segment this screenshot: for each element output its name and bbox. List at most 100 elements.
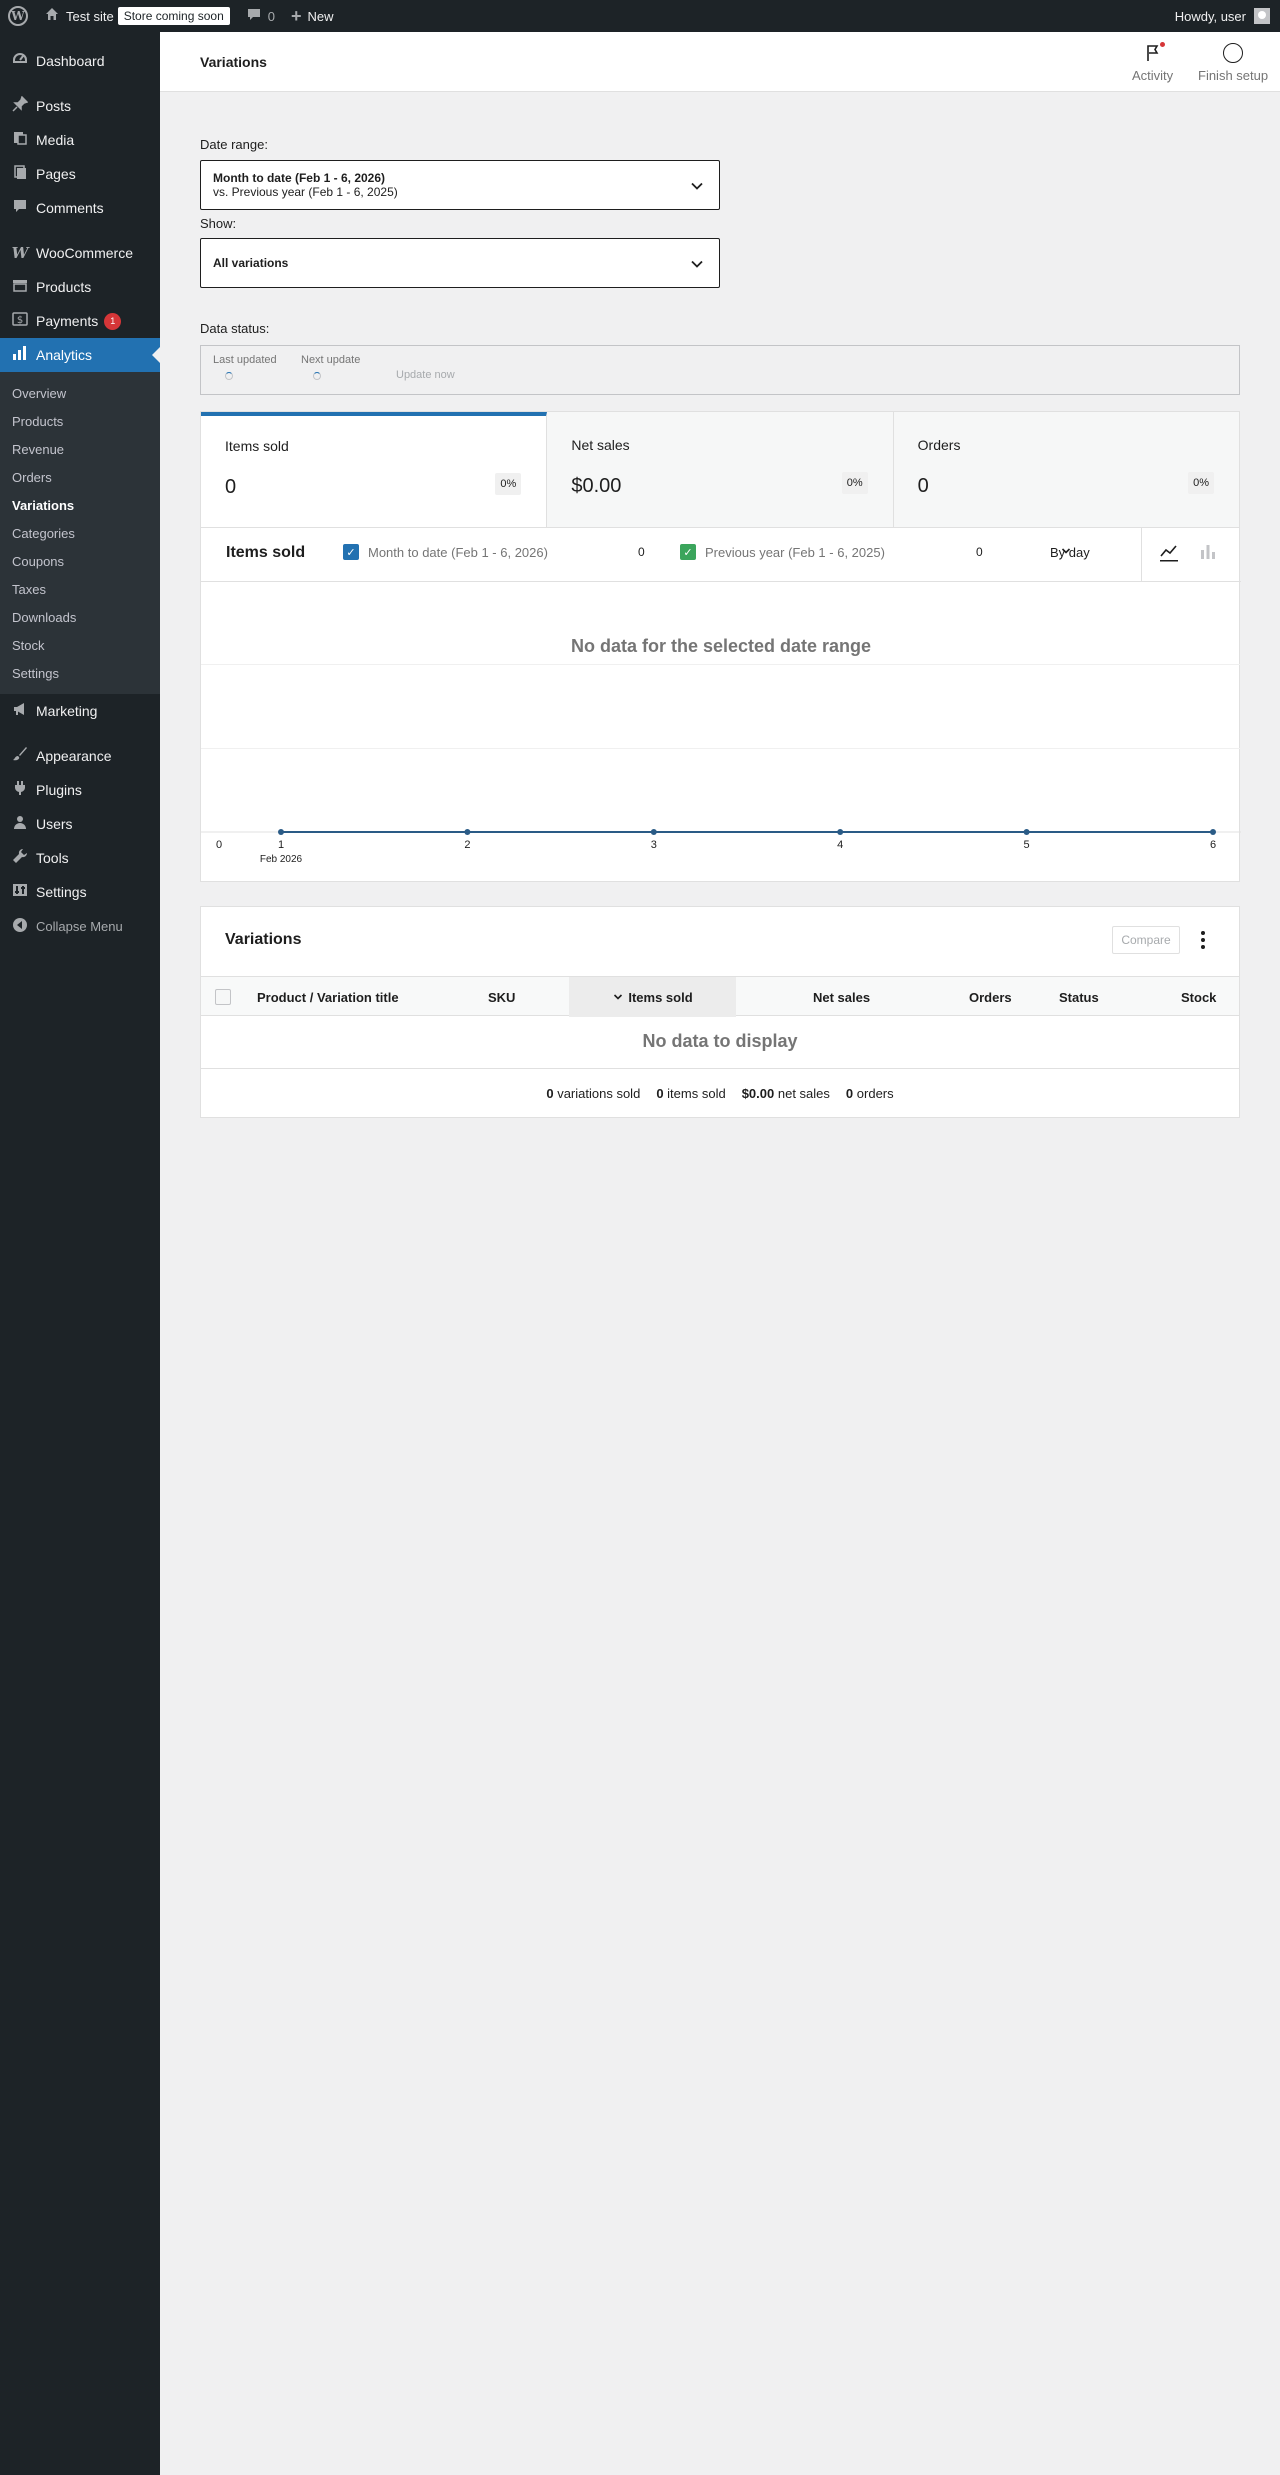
sidebar-item-comments[interactable]: Comments: [0, 191, 160, 225]
column-header-stock[interactable]: Stock: [1181, 977, 1216, 1017]
sidebar-item-users[interactable]: Users: [0, 807, 160, 841]
sidebar-item-media[interactable]: Media: [0, 123, 160, 157]
submenu-item-taxes[interactable]: Taxes: [0, 575, 160, 603]
submenu-item-revenue[interactable]: Revenue: [0, 435, 160, 463]
x-tick-label: 2: [464, 839, 470, 851]
admin-bar: W Test site Store coming soon 0 + New Ho…: [0, 0, 1280, 32]
loading-spinner-icon: [225, 372, 233, 380]
sidebar-item-analytics[interactable]: Analytics: [0, 338, 160, 372]
compare-button[interactable]: Compare: [1112, 926, 1180, 954]
analytics-submenu: Overview Products Revenue Orders Variati…: [0, 372, 160, 694]
show-filter-dropdown[interactable]: All variations: [200, 238, 720, 288]
data-point: [650, 829, 657, 835]
submenu-item-downloads[interactable]: Downloads: [0, 603, 160, 631]
table-summary: 0 variations sold 0 items sold $0.00 net…: [201, 1068, 1239, 1118]
next-update-label: Next update: [301, 354, 361, 366]
table-title: Variations: [225, 931, 302, 948]
comment-icon: [246, 6, 262, 26]
admin-sidebar: Dashboard Posts Media Pages Comments W W…: [0, 32, 160, 2475]
sidebar-item-appearance[interactable]: Appearance: [0, 739, 160, 773]
page-header: Variations Activity Finish setup: [160, 32, 1280, 92]
date-range-dropdown[interactable]: Month to date (Feb 1 - 6, 2026) vs. Prev…: [200, 160, 720, 210]
finish-setup-button[interactable]: Finish setup: [1198, 42, 1268, 83]
store-coming-soon-badge[interactable]: Store coming soon: [117, 7, 230, 25]
my-account[interactable]: Howdy, user: [1175, 8, 1280, 24]
sidebar-item-posts[interactable]: Posts: [0, 89, 160, 123]
summary-value: 0: [225, 476, 237, 498]
submenu-item-overview[interactable]: Overview: [0, 379, 160, 407]
chart-plot: 0 1 2 3 4 5 6 Feb 2026: [201, 829, 1241, 865]
column-header-status[interactable]: Status: [1059, 977, 1099, 1017]
data-status-label: Data status:: [200, 321, 270, 336]
column-header-orders[interactable]: Orders: [969, 977, 1012, 1017]
data-status-panel: Last updated Next update Update now: [200, 345, 1240, 395]
bar-chart-icon: [10, 345, 30, 365]
submenu-item-categories[interactable]: Categories: [0, 519, 160, 547]
summary-variations-sold: 0 variations sold: [546, 1086, 641, 1101]
new-content-link[interactable]: + New: [283, 0, 342, 32]
update-now-button[interactable]: Update now: [396, 369, 455, 381]
sidebar-item-woocommerce[interactable]: W WooCommerce: [0, 236, 160, 270]
brush-icon: [10, 746, 30, 766]
submenu-item-variations[interactable]: Variations: [0, 491, 160, 519]
summary-tile-orders[interactable]: Orders 0 0%: [893, 412, 1239, 527]
flag-icon: [1145, 42, 1165, 64]
data-point: [464, 829, 471, 835]
settings-icon: [10, 882, 30, 902]
x-tick-label: 4: [837, 839, 843, 851]
archive-icon: [10, 277, 30, 297]
sidebar-item-marketing[interactable]: Marketing: [0, 694, 160, 728]
sidebar-item-settings[interactable]: Settings: [0, 875, 160, 909]
data-point: [1023, 829, 1030, 835]
sidebar-item-dashboard[interactable]: Dashboard: [0, 44, 160, 78]
last-updated-label: Last updated: [213, 354, 277, 366]
collapse-menu-button[interactable]: Collapse Menu: [0, 909, 160, 943]
x-tick-label: 1: [278, 839, 284, 851]
payments-badge: 1: [104, 312, 122, 330]
woo-icon: W: [11, 244, 29, 262]
show-label: Show:: [200, 216, 237, 231]
sidebar-item-tools[interactable]: Tools: [0, 841, 160, 875]
data-point: [837, 829, 844, 835]
summary-tile-net-sales[interactable]: Net sales $0.00 0%: [547, 412, 894, 527]
page-icon: [10, 164, 30, 184]
column-header-items-sold[interactable]: Items sold: [569, 977, 736, 1017]
x-tick-label: 3: [651, 839, 657, 851]
sidebar-item-payments[interactable]: $ Payments 1: [0, 304, 160, 338]
submenu-item-stock[interactable]: Stock: [0, 631, 160, 659]
sidebar-item-plugins[interactable]: Plugins: [0, 773, 160, 807]
sidebar-item-pages[interactable]: Pages: [0, 157, 160, 191]
comment-icon: [10, 198, 30, 218]
site-name-link[interactable]: Test site Store coming soon: [36, 0, 238, 32]
plug-icon: [10, 780, 30, 800]
column-header-product[interactable]: Product / Variation title: [257, 977, 399, 1017]
home-icon: [44, 6, 60, 26]
comments-link[interactable]: 0: [238, 0, 283, 32]
column-header-sku[interactable]: SKU: [488, 977, 515, 1017]
column-header-net-sales[interactable]: Net sales: [813, 977, 870, 1017]
megaphone-icon: [10, 701, 30, 721]
x-tick-label: 5: [1024, 839, 1030, 851]
dollar-icon: $: [10, 311, 30, 331]
summary-tile-items-sold[interactable]: Items sold 0 0%: [201, 412, 548, 527]
x-tick-sublabel: Feb 2026: [260, 854, 303, 865]
wordpress-logo-icon[interactable]: W: [0, 0, 36, 32]
loading-spinner-icon: [313, 372, 321, 380]
select-all-checkbox[interactable]: [215, 989, 231, 1005]
collapse-icon: [10, 917, 30, 935]
sidebar-item-products[interactable]: Products: [0, 270, 160, 304]
table-empty-message: No data to display: [642, 1031, 798, 1051]
wrench-icon: [10, 848, 30, 868]
chevron-down-icon: [614, 994, 623, 1000]
data-point: [278, 829, 284, 835]
y-tick-label: 0: [216, 839, 222, 851]
submenu-item-products[interactable]: Products: [0, 407, 160, 435]
plus-icon: +: [290, 5, 302, 26]
submenu-item-coupons[interactable]: Coupons: [0, 547, 160, 575]
more-options-icon[interactable]: [1191, 926, 1215, 954]
delta-badge: 0%: [1188, 472, 1214, 494]
submenu-item-orders[interactable]: Orders: [0, 463, 160, 491]
activity-button[interactable]: Activity: [1132, 42, 1173, 83]
submenu-item-settings[interactable]: Settings: [0, 659, 160, 687]
pin-icon: [10, 95, 30, 116]
